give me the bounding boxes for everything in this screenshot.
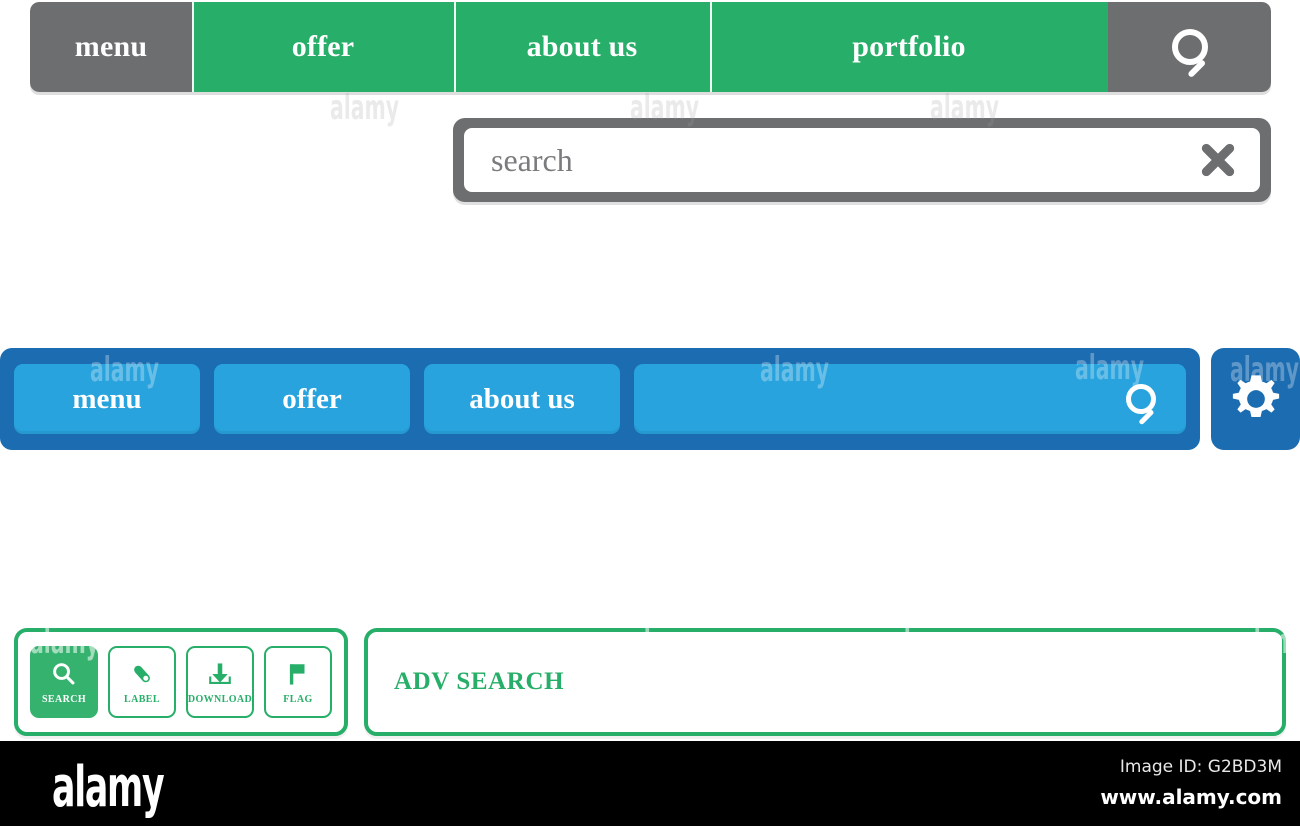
search-icon[interactable] <box>1126 384 1156 426</box>
close-icon[interactable] <box>1196 138 1240 182</box>
tab-divider <box>710 2 712 92</box>
blue-nav-button-offer[interactable]: offer <box>214 364 410 434</box>
green-navigation-bar: menu offer about us portfolio <box>30 2 1271 92</box>
green-nav-tab-portfolio[interactable]: portfolio <box>710 2 1108 92</box>
tool-button-search[interactable]: SEARCH <box>30 646 98 718</box>
tool-button-download[interactable]: DOWNLOAD <box>186 646 254 718</box>
watermark-text: alamy <box>330 88 400 128</box>
image-id-label: Image ID: G2BD3M <box>1119 757 1282 777</box>
blue-nav-button-about-us-label: about us <box>469 382 575 415</box>
blue-nav-search-field[interactable] <box>634 364 1186 434</box>
tab-divider <box>454 2 456 92</box>
alamy-url-label: www.alamy.com <box>1100 785 1282 809</box>
search-input[interactable] <box>489 140 1196 180</box>
tool-button-label-label: LABEL <box>124 694 160 705</box>
download-icon <box>207 659 233 689</box>
tab-divider <box>192 2 194 92</box>
green-nav-tab-portfolio-label: portfolio <box>852 30 966 63</box>
green-nav-tab-offer-label: offer <box>291 30 355 63</box>
blue-nav-button-menu-label: menu <box>72 382 142 415</box>
green-nav-tab-about-us[interactable]: about us <box>454 2 710 92</box>
green-nav-tab-about-us-label: about us <box>526 30 638 63</box>
search-field-container <box>453 118 1271 202</box>
settings-button[interactable] <box>1211 348 1300 450</box>
alamy-watermark-bar: alamy Image ID: G2BD3M www.alamy.com <box>0 741 1300 826</box>
label-icon <box>129 659 155 689</box>
blue-nav-button-about-us[interactable]: about us <box>424 364 620 434</box>
search-field-inner <box>464 128 1260 192</box>
green-nav-search-button[interactable] <box>1108 2 1271 92</box>
search-icon <box>51 659 77 689</box>
gear-icon <box>1232 375 1279 418</box>
blue-nav-button-offer-label: offer <box>282 382 342 415</box>
green-nav-tab-menu[interactable]: menu <box>30 2 192 92</box>
tool-button-flag[interactable]: FLAG <box>264 646 332 718</box>
adv-search-label: ADV SEARCH <box>394 668 565 695</box>
tool-button-flag-label: FLAG <box>283 694 313 705</box>
blue-nav-button-menu[interactable]: menu <box>14 364 200 434</box>
tool-button-label[interactable]: LABEL <box>108 646 176 718</box>
tool-button-panel: SEARCH LABEL DOWNLOAD FLAG <box>14 628 348 736</box>
flag-icon <box>285 659 311 689</box>
tool-button-download-label: DOWNLOAD <box>187 694 253 705</box>
tool-button-search-label: SEARCH <box>41 694 87 705</box>
search-icon <box>1171 29 1208 79</box>
blue-navigation-bar: menu offer about us <box>0 348 1200 450</box>
alamy-logo: alamy <box>52 755 165 820</box>
adv-search-panel[interactable]: ADV SEARCH <box>364 628 1286 736</box>
green-nav-tab-offer[interactable]: offer <box>192 2 454 92</box>
green-nav-tab-menu-label: menu <box>74 30 148 63</box>
